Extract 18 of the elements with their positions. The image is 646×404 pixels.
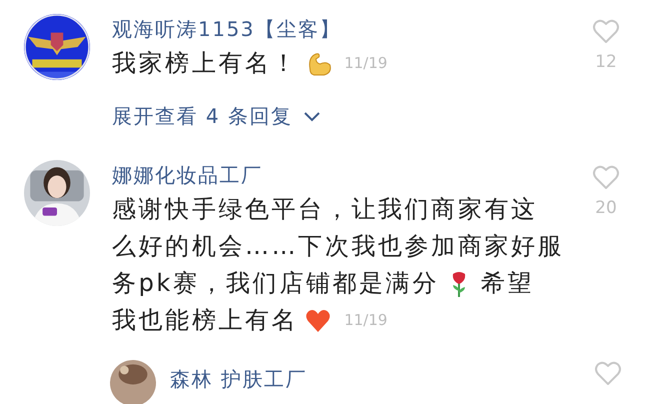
comment-date: 11/19	[344, 310, 388, 328]
user-name[interactable]: 森林 护肤工厂	[170, 364, 307, 394]
like-count: 20	[595, 198, 617, 218]
user-name[interactable]: 观海听涛1153【尘客】	[112, 14, 568, 44]
comment-text: 感谢快手绿色平台，让我们商家有这	[112, 194, 538, 224]
comment-date: 11/19	[344, 54, 388, 72]
comment-text: 么好的机会……下次我也参加商家好服	[112, 230, 564, 262]
like-count: 12	[595, 52, 617, 72]
comment-text: 务pk赛，我们店铺都是满分	[112, 268, 439, 298]
heart-icon[interactable]	[592, 164, 620, 190]
expand-replies-link[interactable]: 展开查看 4 条回复	[112, 103, 320, 130]
comment-text: 我家榜上有名！	[112, 48, 298, 78]
heart-icon[interactable]	[594, 360, 622, 386]
heart-icon[interactable]	[592, 18, 620, 44]
comment-text: 我也能榜上有名	[112, 304, 298, 336]
chevron-down-icon	[304, 112, 320, 122]
user-name[interactable]: 娜娜化妆品工厂	[112, 160, 568, 190]
comment-text: 希望	[480, 268, 534, 298]
